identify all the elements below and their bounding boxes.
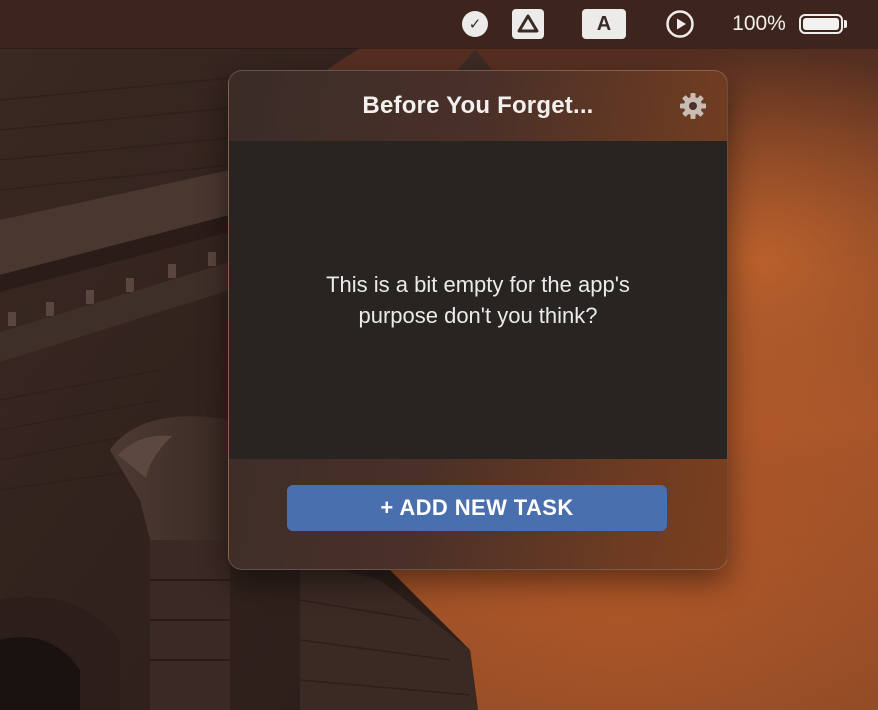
popover-footer: + ADD NEW TASK [229,459,727,569]
battery-level-fill [803,18,839,30]
popover-header: Before You Forget... [229,71,727,141]
task-popover: Before You Forget... This is a bit empty… [228,70,728,570]
checkmark-glyph: ✓ [468,16,482,33]
gear-icon[interactable] [679,92,707,120]
battery-icon [799,14,843,34]
input-source-label: A [596,12,612,35]
empty-state-message: This is a bit empty for the app's purpos… [326,272,630,328]
menubar-google-drive[interactable] [512,9,544,39]
desktop-background: ✓ A 100% Before You Forget... This is a … [0,0,878,710]
input-source-icon: A [582,9,626,39]
checkmark-circle-icon: ✓ [462,11,488,37]
menubar-media-player[interactable] [664,9,696,39]
add-new-task-button[interactable]: + ADD NEW TASK [287,485,667,531]
popover-title: Before You Forget... [362,92,594,119]
menubar-input-source[interactable]: A [582,9,626,39]
menubar-battery[interactable] [797,9,849,39]
google-drive-icon [512,9,544,39]
battery-percentage[interactable]: 100% [728,9,790,39]
play-circle-icon [666,10,694,38]
task-list-empty-state: This is a bit empty for the app's purpos… [229,141,727,459]
menubar-app-checkmark[interactable]: ✓ [461,9,489,39]
popover-arrow [456,50,494,72]
battery-tip [844,20,847,28]
menu-bar: ✓ A 100% [0,0,878,48]
